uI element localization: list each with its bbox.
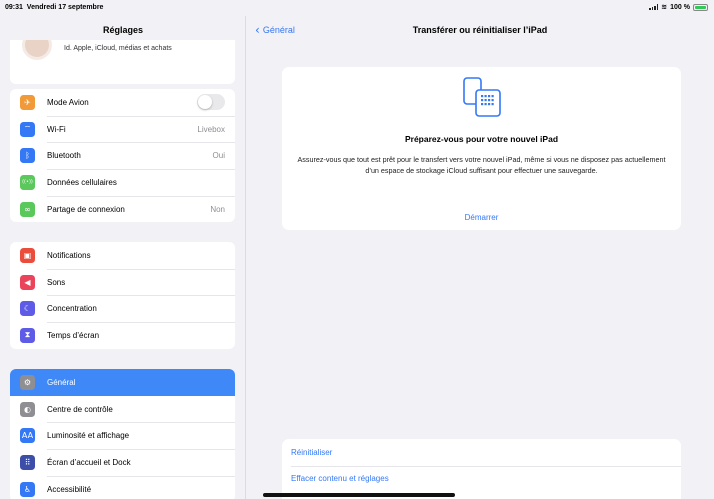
toggles-icon: ◐: [20, 401, 35, 417]
sidebar-item-value: Livebox: [197, 124, 225, 134]
sidebar-item-mode-avion[interactable]: ✈ Mode Avion: [10, 89, 235, 116]
battery-percent: 100 %: [670, 3, 690, 11]
sidebar-item-label: Données cellulaires: [47, 177, 117, 187]
gear-icon: ⚙: [20, 374, 35, 390]
wifi-icon: ⌔: [20, 121, 35, 137]
reset-group: Réinitialiser Effacer contenu et réglage…: [282, 439, 681, 499]
sidebar-item-donnees-cellulaires[interactable]: ((•)) Données cellulaires: [10, 169, 235, 196]
apple-id-row[interactable]: Id. Apple, iCloud, médias et achats: [10, 40, 235, 84]
sidebar-item-label: Sons: [47, 277, 66, 287]
page-title: Transférer ou réinitialiser l’iPad: [412, 25, 548, 35]
card-title: Préparez-vous pour votre nouvel iPad: [404, 134, 559, 144]
general-group: ⚙ Général ◐ Centre de contrôle AA Luminosité …: [10, 369, 235, 499]
sidebar-item-label: Centre de contrôle: [47, 404, 113, 414]
status-time: 09:31: [5, 4, 23, 11]
connectivity-group: ✈ Mode Avion ⌔ Wi-Fi Livebox ᛒ Bluetooth Oui ((•…: [10, 89, 235, 223]
sidebar-item-notifications[interactable]: ▣ Notifications: [10, 242, 235, 269]
battery-icon: [693, 3, 708, 11]
reset-button[interactable]: Réinitialiser: [282, 439, 681, 466]
apple-id-subtitle: Id. Apple, iCloud, médias et achats: [64, 45, 172, 52]
sidebar-item-label: Mode Avion: [47, 97, 89, 107]
signal-icon: [649, 4, 659, 10]
brightness-icon: AA: [20, 428, 35, 444]
hourglass-icon: ⧗: [20, 327, 35, 343]
sidebar-item-label: Général: [47, 377, 76, 387]
detail-pane: ‹ Général Transférer ou réinitialiser l’…: [246, 16, 714, 499]
sidebar-title: Réglages: [102, 25, 144, 35]
sidebar-item-temps-d-ecran[interactable]: ⧗ Temps d’écran: [10, 322, 235, 349]
wifi-status-icon: ≋: [661, 3, 668, 11]
status-date: Vendredi 17 septembre: [26, 4, 104, 11]
bluetooth-icon: ᛒ: [20, 148, 35, 164]
sidebar-item-label: Notifications: [47, 250, 91, 260]
airplane-icon: ✈: [20, 94, 35, 110]
speaker-icon: ◀: [20, 274, 35, 290]
sidebar-item-partage-de-connexion[interactable]: ∞ Partage de connexion Non: [10, 195, 235, 223]
sidebar-item-luminosite-et-affichage[interactable]: AA Luminosité et affichage: [10, 422, 235, 449]
sidebar-item-ecran-d-accueil-et-dock[interactable]: ⠿ Écran d’accueil et Dock: [10, 449, 235, 476]
status-time-date: 09:31 Vendredi 17 septembre: [5, 4, 103, 11]
notifications-icon: ▣: [20, 247, 35, 263]
sidebar-item-general[interactable]: ⚙ Général: [10, 369, 235, 396]
sidebar-item-value: Non: [210, 204, 225, 214]
sidebar-item-label: Temps d’écran: [47, 330, 100, 340]
airplane-mode-toggle[interactable]: [197, 94, 225, 111]
accessibility-icon: ♿: [20, 481, 35, 497]
sidebar-item-value: Oui: [212, 151, 225, 161]
home-indicator[interactable]: [263, 493, 455, 497]
sidebar-item-bluetooth[interactable]: ᛒ Bluetooth Oui: [10, 142, 235, 169]
sidebar-item-centre-de-controle[interactable]: ◐ Centre de contrôle: [10, 396, 235, 423]
status-bar: 09:31 Vendredi 17 septembre ≋ 100 %: [0, 0, 714, 16]
sidebar-item-label: Partage de connexion: [47, 204, 125, 214]
hotspot-icon: ∞: [20, 201, 35, 217]
erase-all-button[interactable]: Effacer contenu et réglages: [282, 465, 681, 493]
status-indicators: ≋ 100 %: [649, 3, 708, 11]
sidebar-item-label: Bluetooth: [47, 151, 81, 161]
sidebar-item-label: Écran d’accueil et Dock: [47, 457, 131, 467]
avatar: [22, 40, 52, 60]
notifications-group: ▣ Notifications ◀ Sons ☾ Concentration ⧗ Temps …: [10, 242, 235, 349]
sidebar-item-label: Accessibilité: [47, 484, 92, 494]
start-button[interactable]: Démarrer: [282, 213, 681, 222]
sidebar: Réglages Id. Apple, iCloud, médias et ac…: [0, 16, 246, 499]
sidebar-item-label: Wi-Fi: [47, 124, 66, 134]
ipads-icon: [463, 77, 501, 117]
sidebar-item-label: Luminosité et affichage: [47, 431, 130, 441]
card-description: Assurez-vous que tout est prêt pour le t…: [297, 155, 666, 175]
sidebar-item-wi-fi[interactable]: ⌔ Wi-Fi Livebox: [10, 115, 235, 143]
sidebar-item-label: Concentration: [47, 304, 97, 314]
prepare-card: Préparez-vous pour votre nouvel iPad Ass…: [282, 67, 681, 230]
moon-icon: ☾: [20, 301, 35, 317]
sidebar-item-sons[interactable]: ◀ Sons: [10, 268, 235, 296]
sidebar-item-concentration[interactable]: ☾ Concentration: [10, 295, 235, 322]
antenna-icon: ((•)): [20, 174, 35, 190]
sidebar-item-accessibilite[interactable]: ♿ Accessibilité: [10, 475, 235, 499]
homescreen-icon: ⠿: [20, 454, 35, 470]
